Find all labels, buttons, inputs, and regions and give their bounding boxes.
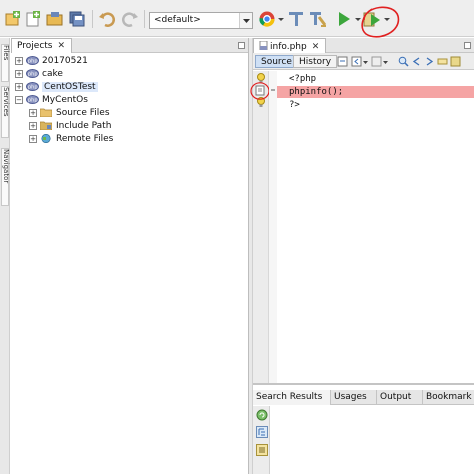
find-selection-icon[interactable]	[437, 56, 448, 67]
code-line[interactable]: ?>	[277, 99, 474, 111]
expand-icon[interactable]: +	[15, 69, 23, 78]
side-tab-navigator[interactable]: Navigator	[1, 148, 10, 206]
toggle-highlight-icon[interactable]	[450, 56, 461, 67]
expand-icon[interactable]: +	[29, 134, 37, 143]
php-project-icon: php	[26, 56, 39, 65]
output-tabbar: Search Results Usages Output Bookmark	[253, 390, 474, 405]
tree-item-label: 20170521	[42, 55, 88, 66]
tree-item-remote-files[interactable]: + Remote Files	[29, 132, 113, 145]
php-project-icon: php	[26, 82, 39, 91]
tree-item-centostest[interactable]: + php CentOSTest	[15, 80, 98, 93]
tree-item-cake[interactable]: + php cake	[15, 67, 63, 80]
tree-item-20170521[interactable]: + php 20170521	[15, 54, 88, 67]
chevron-down-icon[interactable]	[383, 60, 388, 65]
build-icon[interactable]	[288, 10, 306, 28]
chevron-down-icon[interactable]	[239, 13, 252, 28]
tab-bookmarks[interactable]: Bookmark	[423, 390, 474, 405]
run-icon[interactable]	[335, 10, 353, 28]
open-project-icon[interactable]	[46, 10, 64, 28]
editor-tabbar: info.php ✕	[253, 38, 474, 53]
tab-history[interactable]: History	[293, 55, 338, 68]
refresh-icon[interactable]	[256, 409, 268, 421]
svg-text:php: php	[28, 98, 38, 104]
tree-item-source-files[interactable]: + Source Files	[29, 106, 110, 119]
projects-panel: Projects ✕ + php 20170521 + php cake + ph…	[11, 38, 249, 474]
new-file-icon[interactable]	[24, 10, 42, 28]
red-annotation-circle	[250, 82, 270, 100]
new-project-icon[interactable]	[4, 10, 22, 28]
folder-icon	[40, 108, 52, 117]
main-toolbar: <default>	[0, 0, 474, 38]
tree-item-label: MyCentOs	[42, 94, 88, 105]
redo-icon[interactable]	[121, 10, 139, 28]
maximize-icon[interactable]	[238, 42, 245, 49]
chevron-down-icon[interactable]	[363, 60, 368, 65]
tab-projects[interactable]: Projects ✕	[11, 38, 73, 53]
side-tab-navigator-label: Navigator	[2, 149, 10, 184]
svg-text:php: php	[28, 85, 38, 91]
close-icon[interactable]: ✕	[312, 42, 320, 52]
forward-icon[interactable]	[371, 56, 382, 67]
find-next-icon[interactable]	[424, 56, 435, 67]
tab-info-php-label: info.php	[270, 42, 307, 52]
tab-usages[interactable]: Usages	[331, 390, 377, 405]
editor-gutter	[250, 71, 270, 383]
tab-projects-label: Projects	[17, 41, 53, 51]
last-edit-icon[interactable]	[337, 56, 348, 67]
fold-column	[269, 71, 277, 383]
undo-icon[interactable]	[98, 10, 116, 28]
toolbar-separator	[92, 10, 93, 28]
browser-icon[interactable]	[258, 10, 276, 28]
globe-icon	[41, 134, 51, 143]
projects-tabbar: Projects ✕	[11, 38, 248, 53]
find-icon[interactable]	[398, 56, 409, 67]
tab-source[interactable]: Source	[255, 55, 298, 68]
code-line-error[interactable]: phpinfo();	[277, 86, 474, 98]
expand-icon[interactable]: +	[15, 56, 23, 65]
php-file-icon	[259, 40, 268, 51]
save-all-icon[interactable]	[68, 10, 86, 28]
configuration-value: <default>	[154, 15, 201, 25]
tab-search-results[interactable]: Search Results	[253, 390, 331, 405]
php-project-icon: php	[26, 95, 39, 104]
output-panel: Search Results Usages Output Bookmark	[253, 383, 474, 474]
tree-item-label: CentOSTest	[42, 81, 98, 92]
tree-item-label: Remote Files	[56, 133, 114, 144]
side-tab-services[interactable]: Services	[1, 86, 10, 138]
side-tab-files-label: Files	[2, 45, 10, 61]
find-previous-icon[interactable]	[411, 56, 422, 67]
tree-item-label: cake	[42, 68, 63, 79]
expand-icon[interactable]: +	[15, 82, 23, 91]
back-icon[interactable]	[351, 56, 362, 67]
tree-item-label: Source Files	[56, 107, 110, 118]
chevron-down-icon[interactable]	[278, 17, 284, 23]
output-side-toolbar	[253, 406, 270, 474]
editor-toolbar: Source History	[253, 53, 474, 70]
side-window-strip: Files Services Navigator	[0, 38, 10, 474]
side-tab-services-label: Services	[2, 87, 10, 117]
close-icon[interactable]: ✕	[57, 41, 65, 51]
tab-info-php[interactable]: info.php ✕	[253, 38, 327, 53]
tree-item-include-path[interactable]: + Include Path	[29, 119, 111, 132]
list-view-icon[interactable]	[256, 444, 268, 456]
editor-panel: info.php ✕ Source History <?php phpinfo()…	[250, 38, 474, 383]
tree-item-label: Include Path	[56, 120, 112, 131]
collapse-icon[interactable]: −	[15, 95, 23, 104]
expand-icon[interactable]: +	[29, 121, 37, 130]
php-project-icon: php	[26, 69, 39, 78]
clean-build-icon[interactable]	[309, 10, 327, 28]
svg-text:php: php	[28, 72, 38, 78]
code-line[interactable]: <?php	[277, 73, 474, 85]
fold-icon[interactable]	[270, 87, 276, 93]
side-tab-files[interactable]: Files	[1, 44, 10, 82]
svg-text:php: php	[28, 59, 38, 65]
tree-item-mycentos[interactable]: − php MyCentOs	[15, 93, 88, 106]
library-folder-icon	[40, 121, 52, 130]
configuration-select[interactable]: <default>	[149, 12, 253, 29]
maximize-icon[interactable]	[464, 42, 471, 49]
tab-output[interactable]: Output	[377, 390, 423, 405]
tree-view-icon[interactable]	[256, 426, 268, 438]
toolbar-separator	[144, 10, 145, 28]
expand-icon[interactable]: +	[29, 108, 37, 117]
